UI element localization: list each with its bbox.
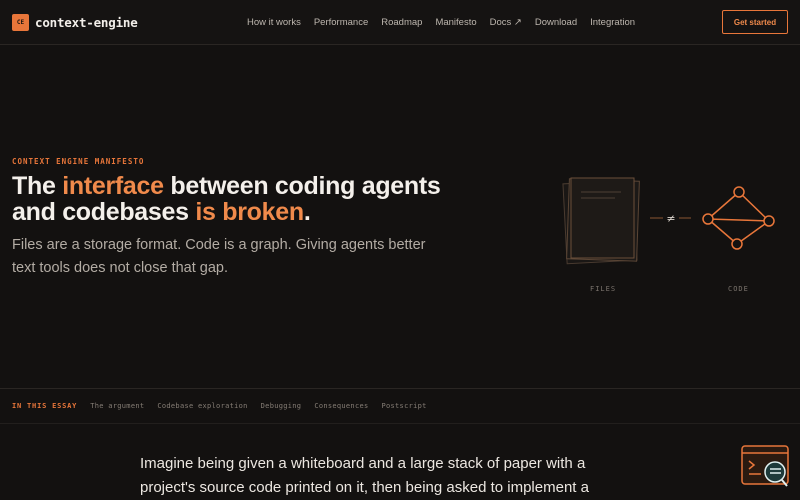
top-nav: CE context-engine How it works Performan… bbox=[0, 0, 800, 45]
hero-title-part: The bbox=[12, 172, 63, 200]
essay-toc: IN THIS ESSAY The argument Codebase expl… bbox=[0, 388, 800, 424]
toc-label: IN THIS ESSAY bbox=[12, 402, 78, 410]
nav-link-download[interactable]: Download bbox=[535, 17, 577, 28]
hero-title-accent: interface bbox=[62, 172, 164, 200]
nav-link-docs[interactable]: Docs ↗ bbox=[490, 17, 522, 28]
get-started-button[interactable]: Get started bbox=[722, 10, 788, 34]
logo-icon[interactable]: CE bbox=[12, 13, 29, 31]
nav-link-integration[interactable]: Integration bbox=[590, 17, 635, 28]
essay-intro-paragraph: Imagine being given a whiteboard and a l… bbox=[140, 455, 589, 496]
nav-link-roadmap[interactable]: Roadmap bbox=[381, 17, 422, 28]
code-graph-icon bbox=[702, 186, 775, 250]
hero-title-accent: is broken bbox=[195, 198, 304, 226]
code-label: CODE bbox=[728, 285, 749, 293]
files-vs-code-illustration: ≠ FILES CODE bbox=[555, 170, 795, 300]
hero-kicker: CONTEXT ENGINE MANIFESTO bbox=[12, 157, 145, 166]
nav-link-how-it-works[interactable]: How it works bbox=[247, 17, 301, 28]
chat-help-icon[interactable] bbox=[741, 445, 791, 490]
nav-link-manifesto[interactable]: Manifesto bbox=[435, 17, 476, 28]
toc-item-the-argument[interactable]: The argument bbox=[90, 402, 144, 410]
toc-item-consequences[interactable]: Consequences bbox=[314, 402, 368, 410]
nav-link-performance[interactable]: Performance bbox=[314, 17, 368, 28]
brand-name[interactable]: context-engine bbox=[35, 15, 138, 30]
toc-item-postscript[interactable]: Postscript bbox=[382, 402, 427, 410]
hero-title-part: . bbox=[303, 198, 311, 226]
files-vs-graph-diagram: ≠ bbox=[562, 177, 775, 265]
not-equal-symbol: ≠ bbox=[666, 212, 675, 225]
toc-item-debugging[interactable]: Debugging bbox=[261, 402, 302, 410]
hero-subtitle: Files are a storage format. Code is a gr… bbox=[12, 237, 426, 276]
files-label: FILES bbox=[590, 285, 617, 293]
toc-item-codebase-exploration[interactable]: Codebase exploration bbox=[157, 402, 247, 410]
files-stack-icon bbox=[562, 177, 640, 265]
nav-links: How it works Performance Roadmap Manifes… bbox=[247, 0, 648, 45]
hero-title: The interface between coding agents and … bbox=[12, 173, 482, 225]
